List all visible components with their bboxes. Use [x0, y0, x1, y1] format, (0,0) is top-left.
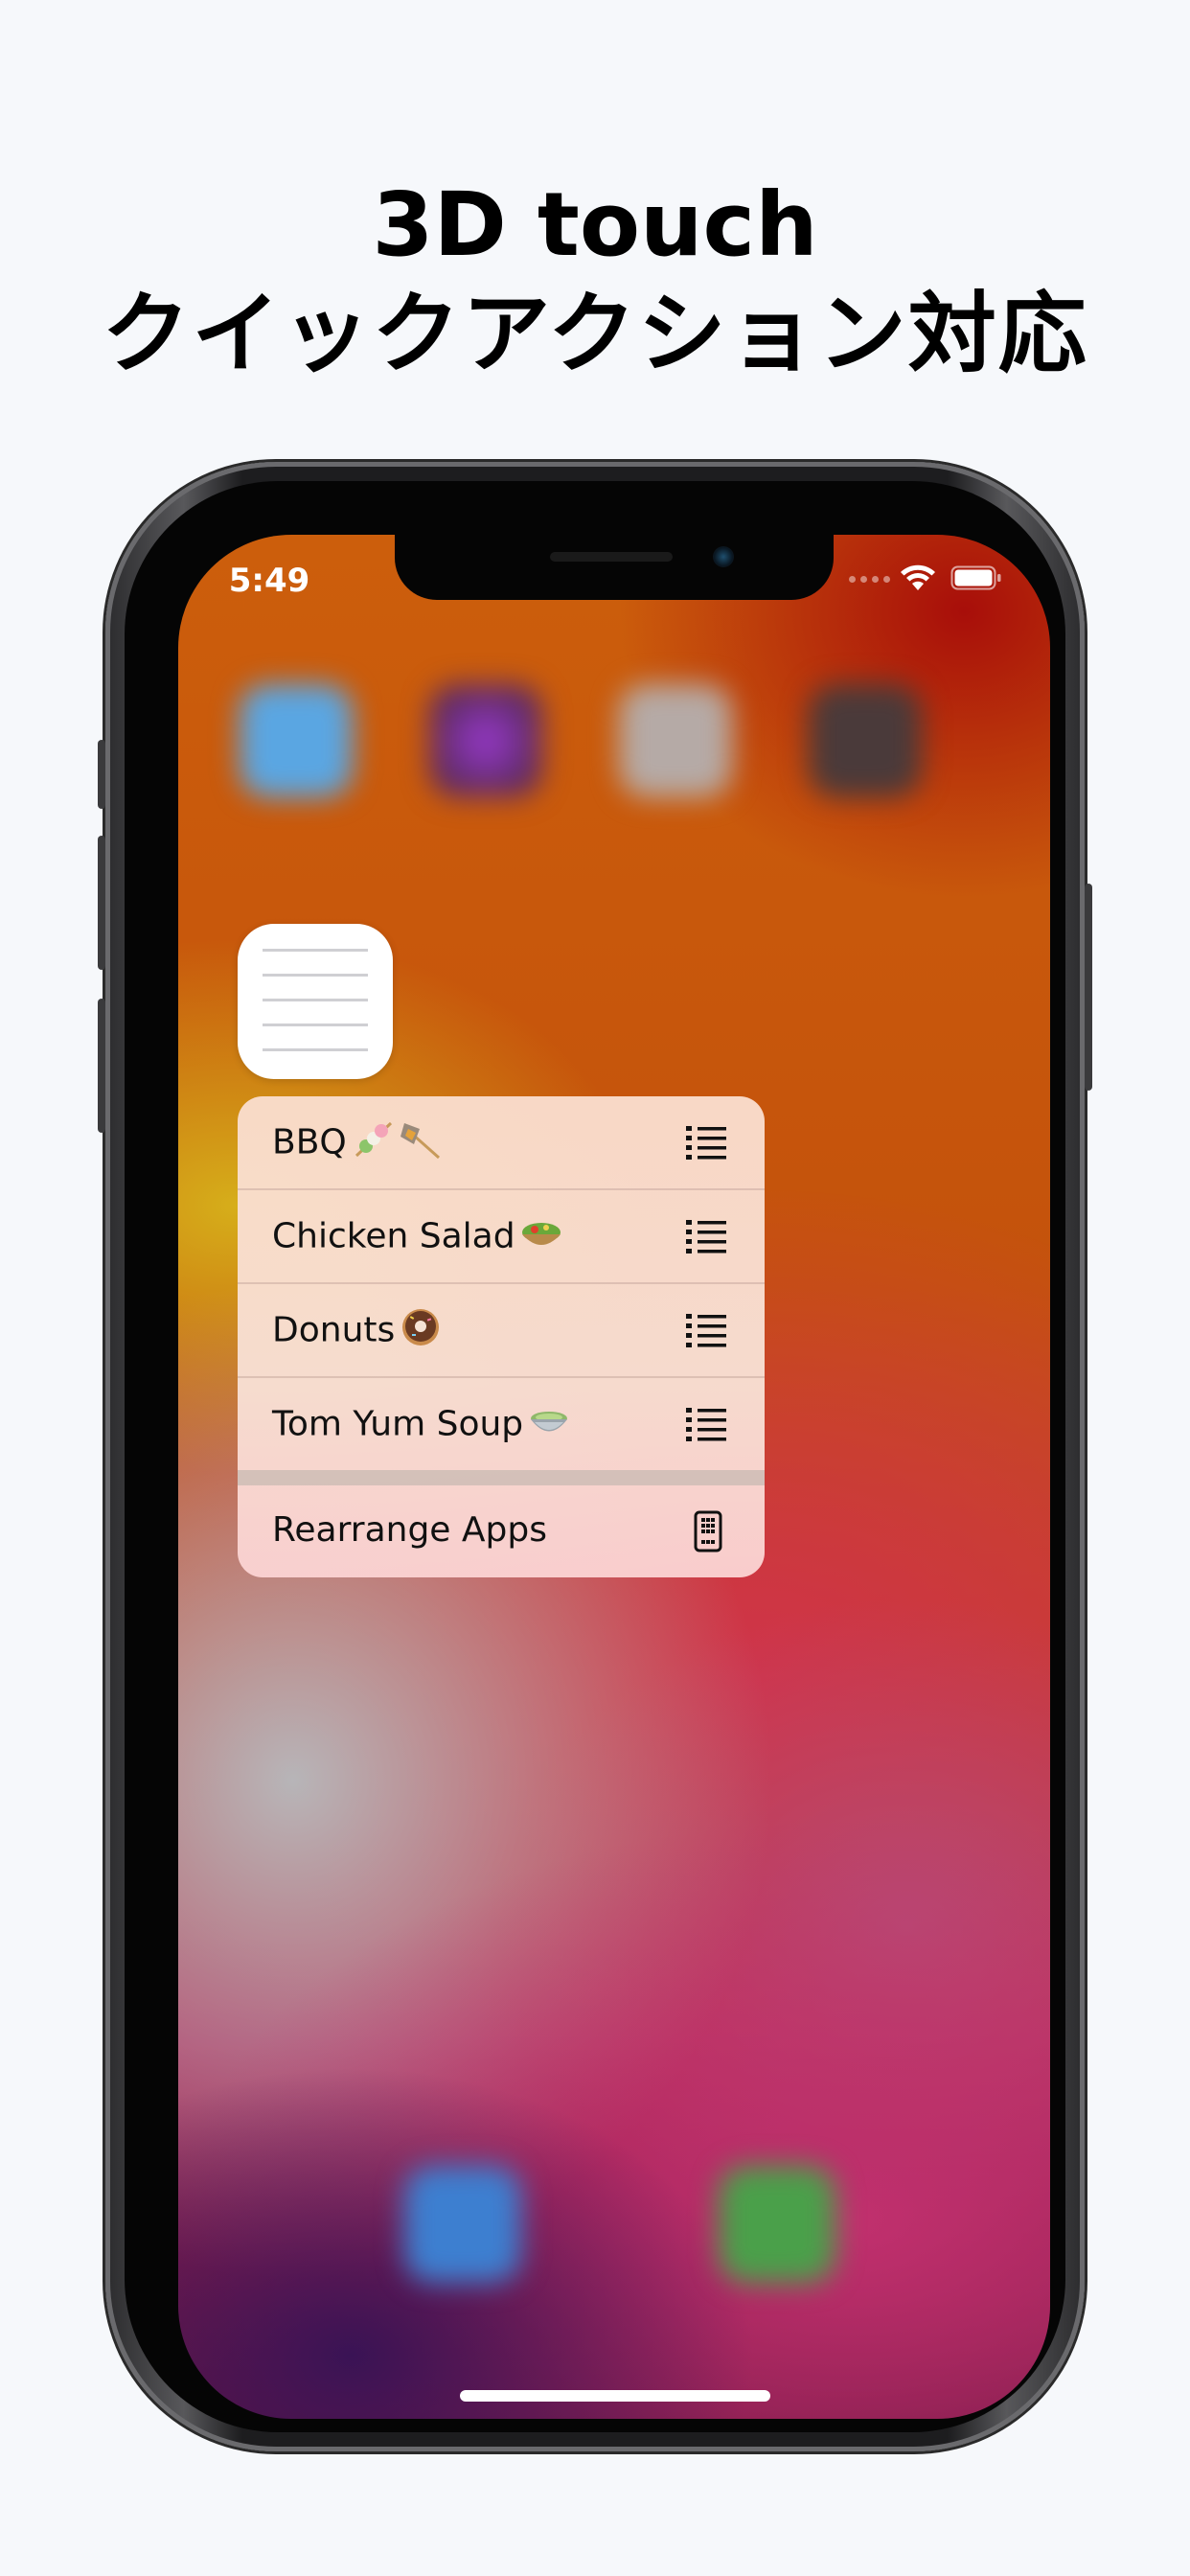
skewer-emoji-icon	[351, 1119, 443, 1168]
rearrange-apps-label: Rearrange Apps	[272, 1510, 547, 1550]
headline-line-2: クイックアクション対応	[102, 283, 1088, 385]
app-store-screenshot: 3D touch クイックアクション対応 5:49 BBQ Chicken Sa…	[0, 0, 1190, 2576]
notes-app-icon[interactable]	[238, 924, 393, 1079]
phone-bezel: 5:49 BBQ Chicken Salad Donuts Tom Yum So…	[125, 481, 1065, 2432]
quick-action-label: Chicken Salad	[272, 1216, 515, 1256]
quick-action-label: Donuts	[272, 1310, 396, 1350]
quick-action-label: Tom Yum Soup	[272, 1404, 524, 1444]
quick-action-chicken-salad[interactable]: Chicken Salad	[238, 1190, 765, 1284]
list-icon	[686, 1126, 726, 1160]
phone-grid-icon	[694, 1510, 722, 1552]
status-time: 5:49	[228, 562, 310, 600]
list-icon	[686, 1408, 726, 1441]
notch	[395, 535, 834, 600]
blurred-app-icon-3	[619, 684, 732, 797]
power-button	[1085, 884, 1092, 1091]
blurred-dock-icon-2	[719, 2166, 835, 2283]
quick-action-donuts[interactable]: Donuts	[238, 1284, 765, 1378]
phone-frame: 5:49 BBQ Chicken Salad Donuts Tom Yum So…	[98, 462, 1092, 2451]
volume-up-button	[98, 836, 105, 970]
blurred-app-icon-2	[429, 684, 542, 797]
quick-action-tom-yum-soup[interactable]: Tom Yum Soup	[238, 1378, 765, 1470]
silent-switch	[98, 740, 105, 809]
home-screen: 5:49 BBQ Chicken Salad Donuts Tom Yum So…	[178, 535, 1050, 2419]
blurred-app-icon-4	[809, 684, 922, 797]
list-icon	[686, 1314, 726, 1347]
quick-action-bbq[interactable]: BBQ	[238, 1096, 765, 1190]
headline-line-1: 3D touch	[372, 173, 818, 276]
donut-emoji-icon	[399, 1307, 443, 1356]
menu-separator	[238, 1470, 765, 1485]
home-indicator[interactable]	[460, 2390, 770, 2402]
quick-action-menu: BBQ Chicken Salad Donuts Tom Yum Soup Re…	[238, 1096, 765, 1577]
battery-icon	[950, 565, 1001, 590]
cellular-signal-icon	[849, 576, 890, 583]
list-icon	[686, 1220, 726, 1254]
blurred-app-icon-1	[240, 684, 353, 797]
salad-emoji-icon	[519, 1213, 563, 1262]
wifi-icon	[901, 564, 935, 590]
blurred-dock-icon-1	[404, 2166, 521, 2283]
soup-emoji-icon	[527, 1401, 571, 1450]
headline: 3D touch クイックアクション対応	[0, 172, 1190, 391]
volume-down-button	[98, 999, 105, 1133]
quick-action-label: BBQ	[272, 1122, 347, 1162]
quick-action-rearrange-apps[interactable]: Rearrange Apps	[238, 1485, 765, 1577]
